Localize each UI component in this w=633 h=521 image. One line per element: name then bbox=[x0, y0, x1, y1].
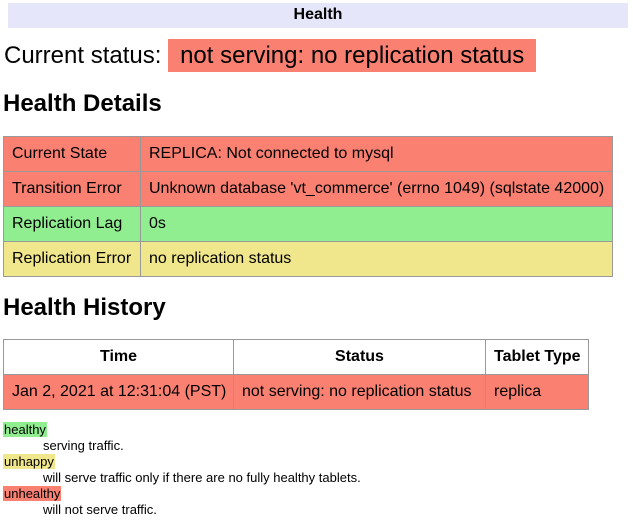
detail-key: Replication Error bbox=[4, 241, 141, 276]
history-row: Jan 2, 2021 at 12:31:04 (PST) not servin… bbox=[4, 375, 589, 410]
history-header-tablet-type: Tablet Type bbox=[486, 340, 589, 375]
status-legend: healthy serving traffic. unhappy will se… bbox=[3, 422, 628, 518]
current-status-badge: not serving: no replication status bbox=[168, 39, 536, 72]
detail-value: 0s bbox=[141, 206, 613, 241]
history-status-cell: not serving: no replication status bbox=[234, 375, 486, 410]
history-time-cell: Jan 2, 2021 at 12:31:04 (PST) bbox=[4, 375, 234, 410]
health-details-table: Current State REPLICA: Not connected to … bbox=[3, 136, 613, 277]
current-status-line: Current status: not serving: no replicat… bbox=[4, 39, 628, 73]
health-details-heading: Health Details bbox=[3, 90, 628, 118]
legend-term-unhappy: unhappy bbox=[3, 454, 628, 470]
detail-value: Unknown database 'vt_commerce' (errno 10… bbox=[141, 171, 613, 206]
detail-key: Replication Lag bbox=[4, 206, 141, 241]
detail-value: REPLICA: Not connected to mysql bbox=[141, 136, 613, 171]
history-header-time: Time bbox=[4, 340, 234, 375]
history-header-status: Status bbox=[234, 340, 486, 375]
details-row-replication-lag: Replication Lag 0s bbox=[4, 206, 613, 241]
health-history-table: Time Status Tablet Type Jan 2, 2021 at 1… bbox=[3, 339, 589, 410]
history-header-row: Time Status Tablet Type bbox=[4, 340, 589, 375]
details-row-current-state: Current State REPLICA: Not connected to … bbox=[4, 136, 613, 171]
details-row-replication-error: Replication Error no replication status bbox=[4, 241, 613, 276]
health-history-heading: Health History bbox=[3, 294, 628, 322]
legend-term-unhealthy: unhealthy bbox=[3, 486, 628, 502]
detail-value: no replication status bbox=[141, 241, 613, 276]
page-title: Health bbox=[8, 3, 628, 28]
current-status-label: Current status: bbox=[4, 42, 161, 69]
legend-description-unhappy: will serve traffic only if there are no … bbox=[43, 470, 628, 486]
detail-key: Transition Error bbox=[4, 171, 141, 206]
detail-key: Current State bbox=[4, 136, 141, 171]
legend-term-healthy: healthy bbox=[3, 422, 628, 438]
legend-description-healthy: serving traffic. bbox=[43, 438, 628, 454]
legend-description-unhealthy: will not serve traffic. bbox=[43, 502, 628, 518]
details-row-transition-error: Transition Error Unknown database 'vt_co… bbox=[4, 171, 613, 206]
health-page: Health Current status: not serving: no r… bbox=[0, 0, 633, 521]
history-tablet-type-cell: replica bbox=[486, 375, 589, 410]
